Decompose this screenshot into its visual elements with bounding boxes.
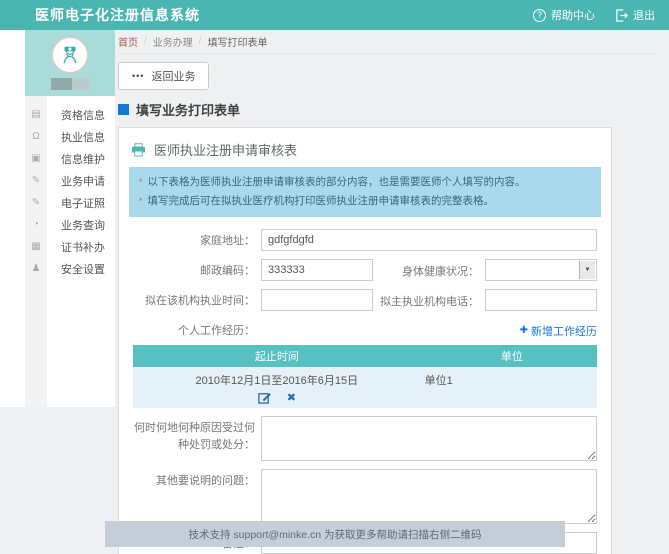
other-notes-textarea[interactable] bbox=[261, 469, 597, 524]
sidebar-item-label: 业务申请 bbox=[47, 173, 105, 189]
id-card-icon: ▣ bbox=[25, 154, 47, 164]
breadcrumb-current: 填写打印表单 bbox=[208, 34, 268, 49]
edit-icon: ✎ bbox=[25, 198, 47, 208]
other-notes-label: 其他要说明的问题： bbox=[133, 469, 261, 490]
form-row-punishment: 何时何地何种原因受过何种处罚或处分： bbox=[133, 416, 597, 461]
breadcrumb-separator: / bbox=[199, 36, 202, 47]
work-experience-table: 起止时间 单位 2010年12月1日至2016年6月15日 bbox=[133, 345, 597, 408]
breadcrumb-business-handling[interactable]: 业务办理 bbox=[153, 34, 193, 49]
menu-dots-icon: ••• bbox=[132, 72, 144, 81]
app-header: 医师电子化注册信息系统 ? 帮助中心 退出 bbox=[0, 0, 669, 30]
app-title: 医师电子化注册信息系统 bbox=[35, 5, 200, 25]
notice-line: *填写完成后可在拟执业医疗机构打印医师执业注册申请审核表的完整表格。 bbox=[139, 192, 591, 211]
form-row-time-phone: 拟在该机构执业时间： 拟主执业机构电话： bbox=[133, 289, 597, 311]
sidebar-item-security-settings[interactable]: ♟ 安全设置 bbox=[25, 258, 115, 280]
punishment-label: 何时何地何种原因受过何种处罚或处分： bbox=[133, 416, 261, 453]
unit-column-header: 单位 bbox=[421, 345, 597, 367]
page-title: 填写业务打印表单 bbox=[118, 100, 657, 119]
application-form: 家庭地址： 邮政编码： 身体健康状况： ▼ 拟在该机构执业时间 bbox=[127, 217, 603, 554]
chevron-down-icon[interactable]: ▼ bbox=[579, 261, 595, 279]
info-notice: *以下表格为医师执业注册申请审核表的部分内容，也是需要医师个人填写的内容。 *填… bbox=[129, 167, 601, 217]
period-column-header: 起止时间 bbox=[133, 345, 421, 367]
plus-icon: ✚ bbox=[520, 325, 528, 336]
pie-chart-icon: ◔ bbox=[25, 220, 47, 230]
help-center-link[interactable]: ? 帮助中心 bbox=[533, 7, 595, 23]
logout-icon bbox=[615, 9, 628, 22]
sidebar-item-label: 电子证照 bbox=[47, 195, 105, 211]
table-header-row: 起止时间 单位 bbox=[133, 345, 597, 367]
period-value: 2010年12月1日至2016年6月15日 bbox=[137, 372, 417, 388]
delete-icon[interactable]: ✖ bbox=[287, 391, 296, 404]
printer-icon bbox=[131, 143, 146, 157]
help-center-label: 帮助中心 bbox=[551, 7, 595, 23]
asterisk-icon: * bbox=[139, 177, 143, 187]
app-footer: 技术支持 support@minke.cn 为获取更多帮助请扫描右侧二维码 bbox=[105, 521, 565, 547]
back-button-label: 返回业务 bbox=[151, 68, 195, 84]
row-actions: ✖ bbox=[137, 391, 417, 404]
sidebar-item-info-maintenance[interactable]: ▣ 信息维护 bbox=[25, 148, 115, 170]
asterisk-icon: * bbox=[139, 196, 143, 206]
help-icon: ? bbox=[533, 9, 546, 22]
sidebar-item-business-query[interactable]: ◔ 业务查询 bbox=[25, 214, 115, 236]
health-status-label: 身体健康状况： bbox=[375, 259, 485, 281]
logout-link[interactable]: 退出 bbox=[615, 7, 655, 23]
user-name-redacted bbox=[51, 78, 89, 90]
save-icon: ▦ bbox=[25, 242, 47, 252]
home-address-input[interactable] bbox=[261, 229, 597, 251]
sidebar-item-label: 业务查询 bbox=[47, 217, 105, 233]
postal-code-input[interactable] bbox=[261, 259, 373, 281]
edit-icon: ✎ bbox=[25, 176, 47, 186]
sidebar-item-business-application[interactable]: ✎ 业务申请 bbox=[25, 170, 115, 192]
notice-line: *以下表格为医师执业注册申请审核表的部分内容，也是需要医师个人填写的内容。 bbox=[139, 173, 591, 192]
main-content: 首页 / 业务办理 / 填写打印表单 ••• 返回业务 填写业务打印表单 医师执… bbox=[118, 30, 657, 554]
form-card: 医师执业注册申请审核表 *以下表格为医师执业注册申请审核表的部分内容，也是需要医… bbox=[118, 127, 612, 554]
period-cell: 2010年12月1日至2016年6月15日 ✖ bbox=[133, 367, 421, 408]
table-row: 2010年12月1日至2016年6月15日 ✖ bbox=[133, 367, 597, 408]
sidebar-item-practice-info[interactable]: Ω 执业信息 bbox=[25, 126, 115, 148]
add-work-experience-link[interactable]: ✚ 新增工作经历 bbox=[520, 319, 597, 339]
support-text: 技术支持 support@minke.cn 为获取更多帮助请扫描右侧二维码 bbox=[188, 527, 481, 542]
title-square-icon bbox=[118, 104, 129, 115]
postal-code-label: 邮政编码： bbox=[133, 259, 261, 280]
header-actions: ? 帮助中心 退出 bbox=[533, 7, 655, 23]
sidebar-item-label: 信息维护 bbox=[47, 151, 105, 167]
main-org-phone-input[interactable] bbox=[485, 289, 597, 311]
punishment-textarea[interactable] bbox=[261, 416, 597, 461]
app-window: 医师电子化注册信息系统 ? 帮助中心 退出 bbox=[0, 0, 669, 554]
breadcrumb-home[interactable]: 首页 bbox=[118, 34, 138, 49]
sidebar-item-label: 资格信息 bbox=[47, 107, 105, 123]
back-to-business-button[interactable]: ••• 返回业务 bbox=[118, 62, 209, 90]
work-experience-label: 个人工作经历： bbox=[133, 319, 261, 340]
headset-icon: Ω bbox=[25, 132, 47, 142]
practice-time-label: 拟在该机构执业时间： bbox=[133, 289, 261, 310]
sidebar-item-label: 证书补办 bbox=[47, 239, 105, 255]
user-icon: ♟ bbox=[25, 264, 47, 274]
home-address-label: 家庭地址： bbox=[133, 229, 261, 250]
sidebar-item-label: 执业信息 bbox=[47, 129, 105, 145]
practice-time-input[interactable] bbox=[261, 289, 373, 311]
sidebar: ▤ 资格信息 Ω 执业信息 ▣ 信息维护 ✎ 业务申请 ✎ 电子证照 ◔ 业务查… bbox=[0, 30, 115, 407]
form-row-work-experience: 个人工作经历： ✚ 新增工作经历 bbox=[133, 319, 597, 340]
breadcrumb: 首页 / 业务办理 / 填写打印表单 bbox=[118, 30, 657, 54]
user-panel bbox=[25, 30, 115, 96]
form-card-title: 医师执业注册申请审核表 bbox=[127, 138, 603, 167]
sidebar-item-e-certificate[interactable]: ✎ 电子证照 bbox=[25, 192, 115, 214]
sidebar-menu: ▤ 资格信息 Ω 执业信息 ▣ 信息维护 ✎ 业务申请 ✎ 电子证照 ◔ 业务查… bbox=[25, 96, 115, 407]
unit-cell: 单位1 bbox=[421, 367, 597, 408]
breadcrumb-separator: / bbox=[144, 36, 147, 47]
main-org-phone-label: 拟主执业机构电话： bbox=[375, 289, 485, 311]
avatar bbox=[52, 37, 88, 73]
health-status-select[interactable]: ▼ bbox=[485, 259, 597, 281]
form-row-other-notes: 其他要说明的问题： bbox=[133, 469, 597, 524]
doctor-icon bbox=[59, 44, 81, 66]
form-row-postal-health: 邮政编码： 身体健康状况： ▼ bbox=[133, 259, 597, 281]
sidebar-item-qualification-info[interactable]: ▤ 资格信息 bbox=[25, 104, 115, 126]
logout-label: 退出 bbox=[633, 7, 655, 23]
sidebar-item-certificate-reissue[interactable]: ▦ 证书补办 bbox=[25, 236, 115, 258]
edit-icon[interactable] bbox=[258, 391, 271, 404]
document-icon: ▤ bbox=[25, 110, 47, 120]
form-row-home-address: 家庭地址： bbox=[133, 229, 597, 251]
sidebar-item-label: 安全设置 bbox=[47, 261, 105, 277]
